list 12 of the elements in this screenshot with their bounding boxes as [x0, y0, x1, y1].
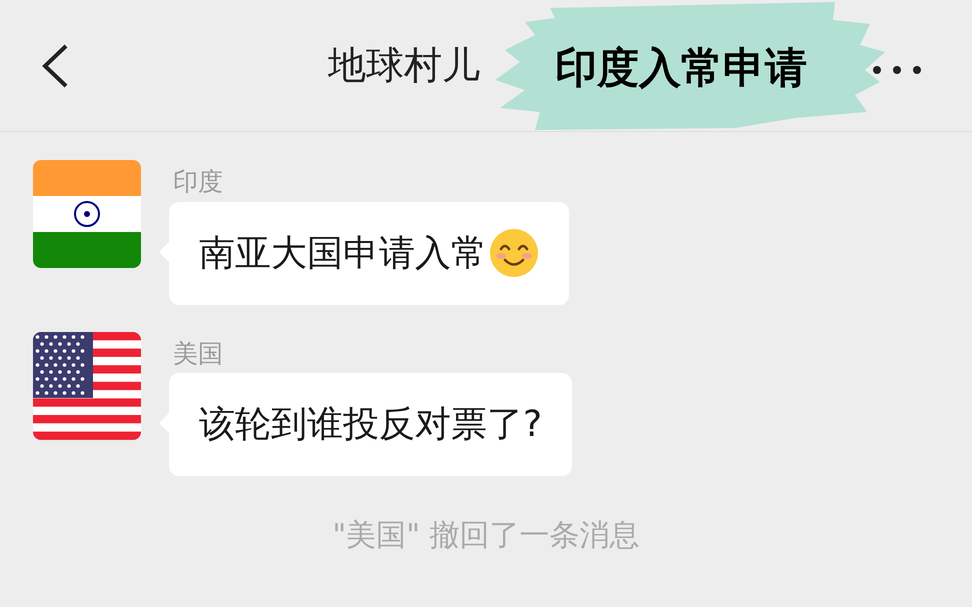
recall-notice: "美国" 撤回了一条消息 — [332, 517, 640, 555]
smiling-face-icon — [489, 228, 539, 278]
usa-flag-avatar[interactable] — [33, 332, 141, 440]
message-text: 南亚大国申请入常 — [199, 232, 487, 276]
message-text: 该轮到谁投反对票了? — [199, 403, 542, 447]
india-flag-avatar[interactable] — [33, 160, 141, 268]
sender-name: 美国 — [173, 340, 223, 367]
caption-text: 印度入常申请 — [555, 42, 807, 94]
back-icon[interactable] — [40, 42, 70, 88]
chat-title: 地球村儿 — [328, 42, 480, 89]
sender-name: 印度 — [173, 168, 223, 196]
more-icon[interactable] — [872, 65, 922, 75]
